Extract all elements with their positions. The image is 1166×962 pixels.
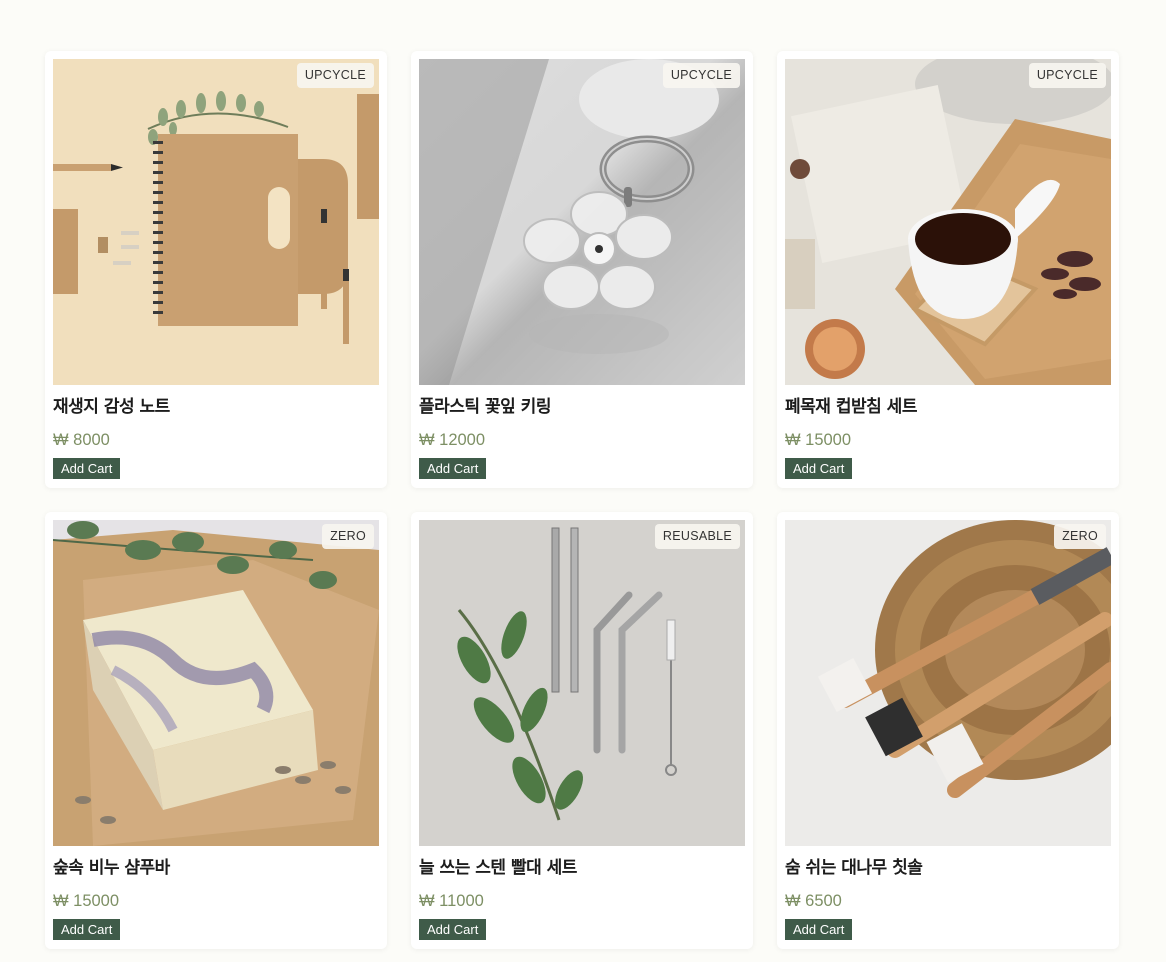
bamboo-toothbrush-image — [785, 520, 1111, 846]
product-badge: UPCYCLE — [296, 63, 374, 88]
product-badge: UPCYCLE — [662, 63, 740, 88]
shampoo-bar-image — [53, 520, 379, 846]
product-card[interactable]: REUSABLE 늘 쓰는 스텐 빨대 세트 ₩ 11000 Add Cart — [411, 512, 753, 949]
product-badge: ZERO — [1054, 524, 1106, 549]
product-price: ₩ 11000 — [419, 892, 484, 910]
add-cart-button[interactable]: Add Cart — [785, 458, 853, 479]
product-name[interactable]: 숲속 비누 샴푸바 — [53, 858, 379, 878]
product-name[interactable]: 재생지 감성 노트 — [53, 397, 379, 417]
product-name[interactable]: 숨 쉬는 대나무 칫솔 — [785, 858, 1111, 878]
product-badge: UPCYCLE — [1028, 63, 1106, 88]
product-card[interactable]: UPCYCLE 플라스틱 꽃잎 키링 ₩ 12000 Add Cart — [411, 51, 753, 488]
add-cart-button[interactable]: Add Cart — [419, 919, 487, 940]
product-price: ₩ 15000 — [53, 892, 120, 910]
product-price: ₩ 12000 — [419, 431, 486, 449]
product-card[interactable]: ZERO 숨 쉬는 대나무 칫솔 ₩ 6500 Add Cart — [777, 512, 1119, 949]
flower-keyring-image — [419, 59, 745, 385]
product-image[interactable]: REUSABLE — [419, 520, 745, 846]
product-name[interactable]: 플라스틱 꽃잎 키링 — [419, 397, 745, 417]
steel-straw-image — [419, 520, 745, 846]
add-cart-button[interactable]: Add Cart — [419, 458, 487, 479]
product-image[interactable]: UPCYCLE — [785, 59, 1111, 385]
kraft-notebook-image — [53, 59, 379, 385]
product-name[interactable]: 폐목재 컵받침 세트 — [785, 397, 1111, 417]
add-cart-button[interactable]: Add Cart — [53, 919, 121, 940]
product-price: ₩ 6500 — [785, 892, 842, 910]
product-name[interactable]: 늘 쓰는 스텐 빨대 세트 — [419, 858, 745, 878]
add-cart-button[interactable]: Add Cart — [785, 919, 853, 940]
product-badge: ZERO — [322, 524, 374, 549]
product-card[interactable]: UPCYCLE 재생지 감성 노트 ₩ 8000 Add Cart — [45, 51, 387, 488]
product-image[interactable]: ZERO — [53, 520, 379, 846]
product-price: ₩ 8000 — [53, 431, 110, 449]
product-grid: UPCYCLE 재생지 감성 노트 ₩ 8000 Add Cart UPCYCL… — [45, 51, 1119, 949]
product-badge: REUSABLE — [654, 524, 740, 549]
product-card[interactable]: ZERO 숲속 비누 샴푸바 ₩ 15000 Add Cart — [45, 512, 387, 949]
wood-coaster-image — [785, 59, 1111, 385]
product-price: ₩ 15000 — [785, 431, 852, 449]
product-image[interactable]: ZERO — [785, 520, 1111, 846]
add-cart-button[interactable]: Add Cart — [53, 458, 121, 479]
product-card[interactable]: UPCYCLE 폐목재 컵받침 세트 ₩ 15000 Add Cart — [777, 51, 1119, 488]
product-image[interactable]: UPCYCLE — [53, 59, 379, 385]
product-image[interactable]: UPCYCLE — [419, 59, 745, 385]
